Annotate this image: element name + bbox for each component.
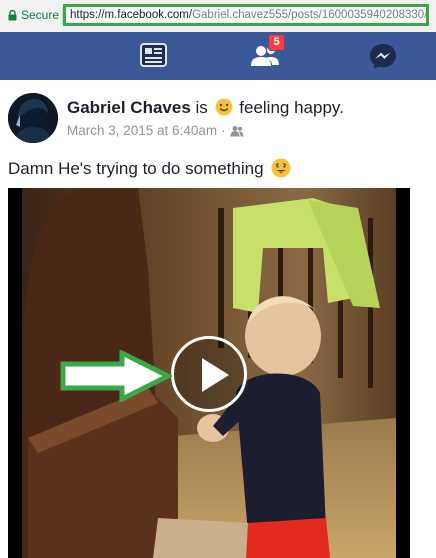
news-feed-icon (140, 43, 167, 67)
play-icon (202, 358, 229, 392)
messenger-icon (370, 44, 396, 69)
video-player[interactable] (8, 188, 410, 558)
profile-picture (8, 93, 58, 143)
is-text: is (195, 98, 208, 117)
url-host: https://m.facebook.com/ (70, 9, 193, 21)
lock-icon (8, 9, 17, 20)
smile-emoji-icon (215, 98, 233, 116)
play-button[interactable] (171, 336, 247, 412)
facebook-top-nav (0, 32, 436, 80)
feeling-text: feeling happy. (239, 98, 344, 117)
post-meta: March 3, 2015 at 6:40am · (67, 123, 244, 138)
meta-separator: · (221, 123, 226, 138)
news-feed-tab[interactable] (137, 40, 171, 72)
url-path: Gabriel.chavez555/posts/1600035940208330… (192, 9, 428, 21)
browser-address-bar: Secure https://m.facebook.com/Gabriel.ch… (0, 0, 436, 33)
avatar[interactable] (8, 93, 58, 143)
post-header-line: Gabriel Chaves is feeling happy. (67, 98, 344, 118)
tongue-out-emoji-icon (271, 158, 291, 178)
friends-icon (230, 125, 244, 136)
friend-requests-badge: 5 (268, 34, 285, 51)
green-arrow-annotation-icon (60, 350, 172, 402)
messenger-tab[interactable] (366, 40, 400, 72)
post-text: Damn He's trying to do something (8, 158, 291, 179)
post-timestamp[interactable]: March 3, 2015 at 6:40am (67, 123, 217, 138)
url-field[interactable]: https://m.facebook.com/Gabriel.chavez555… (63, 4, 429, 26)
secure-label: Secure (21, 8, 60, 22)
secure-indicator[interactable]: Secure (8, 8, 59, 22)
author-name[interactable]: Gabriel Chaves (67, 98, 191, 117)
post-text-content: Damn He's trying to do something (8, 159, 264, 178)
